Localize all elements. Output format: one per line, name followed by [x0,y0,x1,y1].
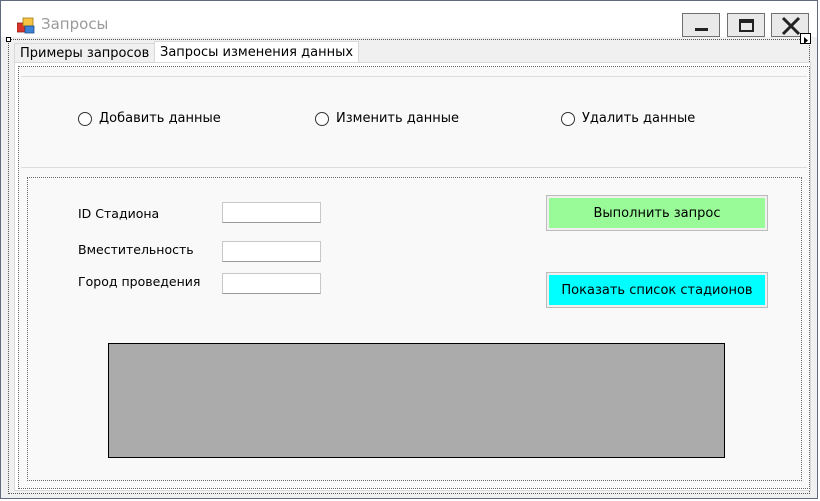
radio-label: Добавить данные [99,111,221,126]
tab-label: Примеры запросов [20,46,150,61]
tab-data-modification[interactable]: Запросы изменения данных [154,41,360,62]
smart-tag-icon[interactable] [800,33,811,44]
data-grid[interactable] [108,343,725,458]
stadium-id-input[interactable] [222,202,321,223]
execute-query-label: Выполнить запрос [549,198,765,228]
show-stadiums-label: Показать список стадионов [549,275,765,305]
capacity-label: Вместительность [78,242,194,257]
title-bar: Запросы [1,1,817,37]
resize-grip[interactable] [6,37,11,42]
separator-middle [21,167,807,168]
maximize-button[interactable] [727,13,765,37]
capacity-input[interactable] [222,241,321,262]
execute-query-button[interactable]: Выполнить запрос [546,195,768,231]
radio-circle[interactable] [561,112,575,126]
radio-label: Удалить данные [582,111,696,126]
minimize-icon [695,28,708,31]
radio-circle[interactable] [315,112,329,126]
tab-query-examples[interactable]: Примеры запросов [14,43,156,62]
radio-label: Изменить данные [336,111,459,126]
tab-label: Запросы изменения данных [160,45,354,60]
window-title: Запросы [41,15,109,33]
city-label: Город проведения [78,274,201,289]
separator-top [21,76,807,77]
city-input[interactable] [222,273,321,294]
radio-circle[interactable] [78,112,92,126]
show-stadiums-button[interactable]: Показать список стадионов [546,272,768,308]
main-window: Запросы Примеры запросов Запросы изменен… [0,0,818,499]
app-icon [16,17,35,35]
stadium-id-label: ID Стадиона [78,206,160,221]
maximize-icon [739,19,754,32]
minimize-button[interactable] [682,13,720,37]
